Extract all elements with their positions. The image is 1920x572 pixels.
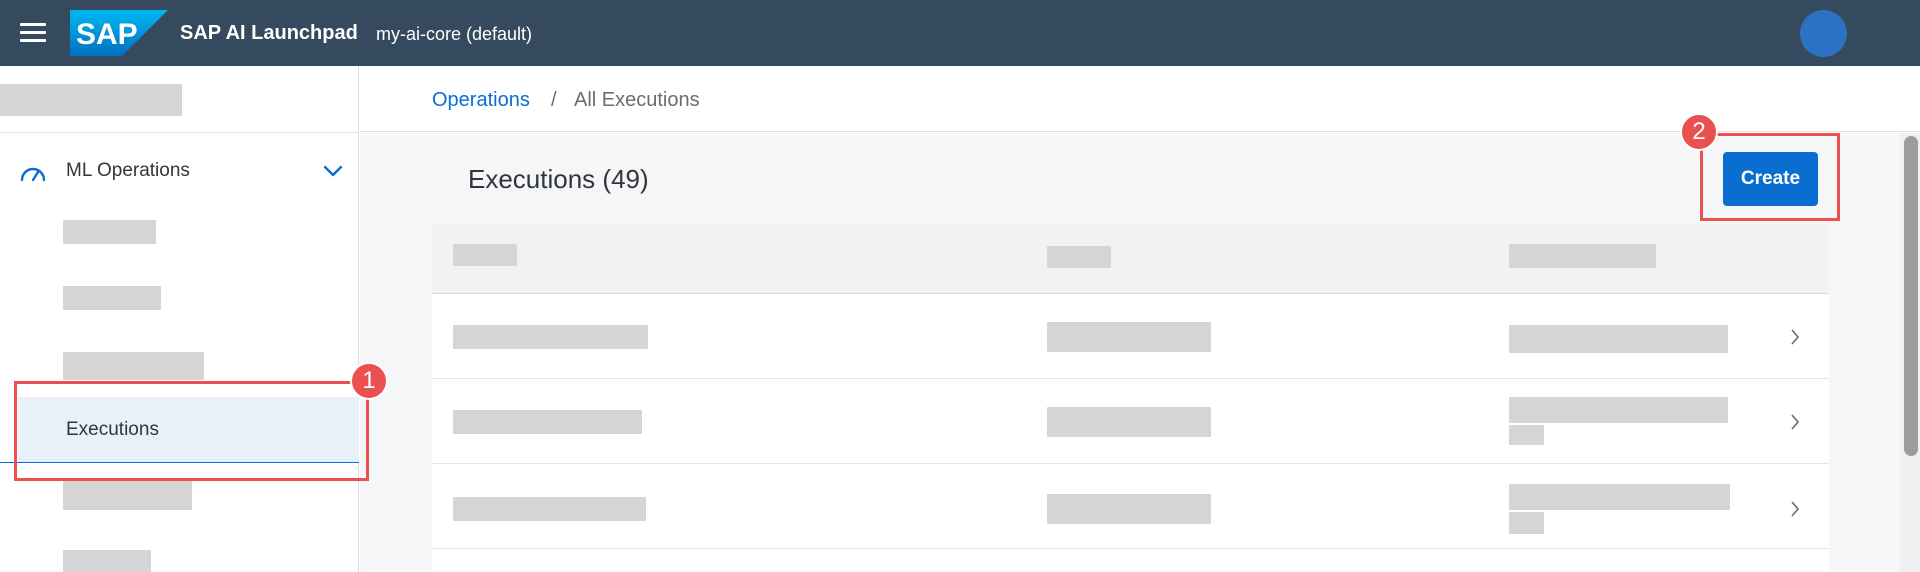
redacted-label [63, 352, 204, 380]
redacted-cell [1509, 325, 1728, 353]
sidebar-redacted-header [0, 84, 182, 116]
breadcrumb-separator: / [551, 89, 557, 111]
redacted-cell [1047, 322, 1211, 352]
app-title: SAP AI Launchpad [180, 22, 358, 44]
chevron-down-icon[interactable] [322, 163, 344, 179]
sidebar-item-redacted-2[interactable] [0, 280, 359, 316]
redacted-cell [453, 410, 642, 434]
avatar[interactable] [1800, 10, 1847, 57]
nav-group-label: ML Operations [66, 160, 190, 181]
column-header [453, 244, 517, 266]
redacted-cell [1509, 512, 1544, 534]
highlight-box-2 [1700, 133, 1840, 221]
step-marker-1: 1 [350, 362, 388, 400]
scrollbar-thumb[interactable] [1904, 136, 1918, 456]
executions-table [432, 224, 1829, 572]
sidebar-item-redacted-1[interactable] [0, 214, 359, 250]
sap-logo-text: SAP [76, 18, 138, 51]
chevron-right-icon [1791, 414, 1800, 430]
redacted-label [63, 286, 161, 310]
redacted-cell [1047, 407, 1211, 437]
nav-group-ml-operations[interactable]: ML Operations [0, 149, 359, 193]
column-header [1509, 244, 1656, 268]
redacted-cell [1509, 397, 1728, 423]
step-marker-2: 2 [1680, 113, 1718, 151]
redacted-label [63, 480, 192, 510]
shell-bar: SAP SAP AI Launchpad my-ai-core (default… [0, 0, 1920, 66]
redacted-cell [453, 497, 646, 521]
column-header [1047, 246, 1111, 268]
table-row[interactable] [432, 294, 1829, 379]
highlight-box-1 [14, 381, 369, 481]
sidebar-item-redacted-5[interactable] [0, 544, 359, 572]
sap-logo[interactable]: SAP [70, 10, 168, 56]
breadcrumb-current: All Executions [574, 89, 700, 111]
gauge-icon [20, 167, 46, 182]
table-row[interactable] [432, 464, 1829, 549]
redacted-cell [1509, 484, 1730, 510]
breadcrumb-link-operations[interactable]: Operations [432, 89, 530, 112]
table-row[interactable] [432, 379, 1829, 464]
redacted-cell [1509, 425, 1544, 445]
sidebar: ML Operations Executions [0, 66, 359, 572]
context-label[interactable]: my-ai-core (default) [376, 24, 532, 45]
redacted-label [63, 550, 151, 572]
chevron-right-icon [1791, 501, 1800, 517]
menu-icon[interactable] [20, 22, 46, 44]
sidebar-item-redacted-4[interactable] [0, 480, 359, 516]
redacted-label [63, 220, 156, 244]
app-root: SAP SAP AI Launchpad my-ai-core (default… [0, 0, 1920, 572]
redacted-cell [1047, 494, 1211, 524]
redacted-cell [453, 325, 648, 349]
chevron-right-icon [1791, 329, 1800, 345]
table-row[interactable] [432, 549, 1829, 572]
table-header [432, 224, 1829, 294]
sidebar-divider [0, 132, 359, 133]
page-title: Executions (49) [468, 164, 649, 194]
